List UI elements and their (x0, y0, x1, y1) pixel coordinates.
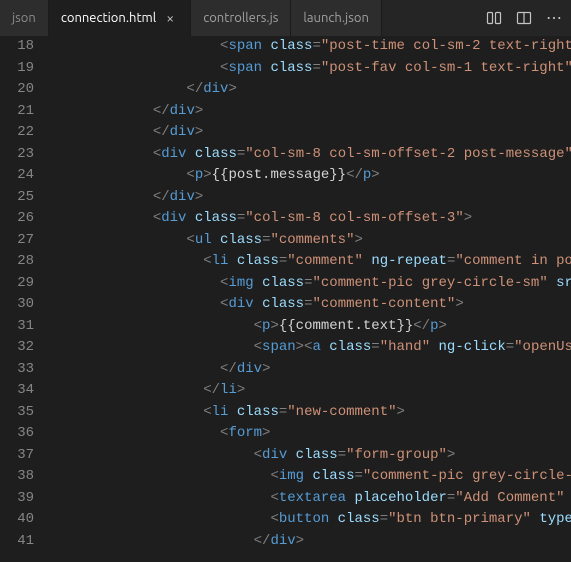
line-number: 27 (0, 230, 34, 252)
code-line: <button class="btn btn-primary" type="su… (52, 509, 571, 531)
line-number: 23 (0, 144, 34, 166)
line-number: 28 (0, 251, 34, 273)
line-number-gutter: 1819202122232425262728293031323334353637… (0, 36, 52, 562)
line-number: 40 (0, 509, 34, 531)
line-number: 33 (0, 359, 34, 381)
line-number: 34 (0, 380, 34, 402)
line-number: 38 (0, 466, 34, 488)
line-number: 36 (0, 423, 34, 445)
tab-label: json (12, 11, 36, 25)
tab-actions: ⋯ (477, 0, 571, 36)
line-number: 31 (0, 316, 34, 338)
code-line: </div> (52, 359, 571, 381)
code-line: <p>{{post.message}}</p> (52, 165, 571, 187)
line-number: 24 (0, 165, 34, 187)
code-content[interactable]: <span class="post-time col-sm-2 text-rig… (52, 36, 571, 562)
line-number: 19 (0, 58, 34, 80)
line-number: 29 (0, 273, 34, 295)
line-number: 37 (0, 445, 34, 467)
code-line: </div> (52, 187, 571, 209)
line-number: 30 (0, 294, 34, 316)
tab-label: launch.json (303, 11, 368, 25)
tab-partial-left[interactable]: json (0, 0, 49, 36)
line-number: 41 (0, 531, 34, 553)
code-line: </li> (52, 380, 571, 402)
code-editor[interactable]: 1819202122232425262728293031323334353637… (0, 36, 571, 562)
line-number: 21 (0, 101, 34, 123)
line-number: 35 (0, 402, 34, 424)
code-line: <p>{{comment.text}}</p> (52, 316, 571, 338)
code-line: <textarea placeholder="Add Comment" clas… (52, 488, 571, 510)
code-line: <div class="form-group"> (52, 445, 571, 467)
compare-changes-icon[interactable] (485, 9, 503, 27)
code-line: <form> (52, 423, 571, 445)
code-line: <li class="comment" ng-repeat="comment i… (52, 251, 571, 273)
line-number: 20 (0, 79, 34, 101)
line-number: 26 (0, 208, 34, 230)
code-line: <img class="comment-pic grey-circle-sm" … (52, 273, 571, 295)
code-line: <img class="comment-pic grey-circle-sm" … (52, 466, 571, 488)
code-line: <div class="col-sm-8 col-sm-offset-2 pos… (52, 144, 571, 166)
tab-launch-json[interactable]: launch.json (291, 0, 381, 36)
code-line: <span><a class="hand" ng-click="openUser… (52, 337, 571, 359)
line-number: 32 (0, 337, 34, 359)
split-editor-icon[interactable] (515, 9, 533, 27)
code-line: <span class="post-time col-sm-2 text-rig… (52, 36, 571, 58)
editor-tabs: json connection.html × controllers.js la… (0, 0, 571, 36)
tab-label: connection.html (61, 11, 156, 25)
tab-controllers-js[interactable]: controllers.js (191, 0, 291, 36)
code-line: <span class="post-fav col-sm-1 text-righ… (52, 58, 571, 80)
code-line: </div> (52, 122, 571, 144)
code-line: <div class="col-sm-8 col-sm-offset-3"> (52, 208, 571, 230)
code-line: <div class="comment-content"> (52, 294, 571, 316)
code-line: </div> (52, 531, 571, 553)
tab-label: controllers.js (203, 11, 278, 25)
tab-connection-html[interactable]: connection.html × (49, 0, 191, 36)
line-number: 39 (0, 488, 34, 510)
line-number: 18 (0, 36, 34, 58)
code-line: </div> (52, 101, 571, 123)
code-line: <li class="new-comment"> (52, 402, 571, 424)
more-actions-icon[interactable]: ⋯ (545, 9, 563, 27)
close-icon[interactable]: × (162, 10, 178, 26)
line-number: 25 (0, 187, 34, 209)
code-line: </div> (52, 79, 571, 101)
code-line: <ul class="comments"> (52, 230, 571, 252)
line-number: 22 (0, 122, 34, 144)
